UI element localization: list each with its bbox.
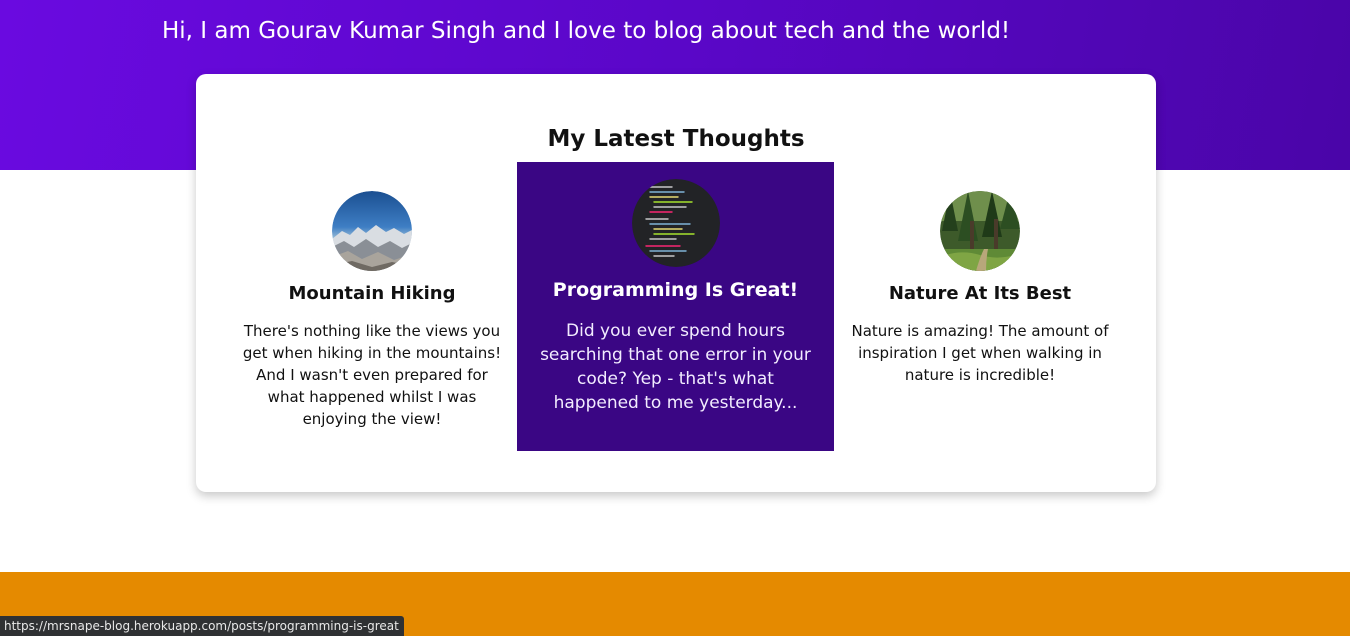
post-card-mountain-hiking[interactable]: Mountain Hiking There's nothing like the… (234, 191, 510, 430)
post-excerpt: Did you ever spend hours searching that … (540, 321, 811, 413)
latest-posts-card: My Latest Thoughts Mountain Hiking There… (196, 74, 1156, 492)
post-title[interactable]: Programming Is Great! (517, 279, 834, 301)
post-card-nature-at-its-best[interactable]: Nature At Its Best Nature is amazing! Th… (842, 191, 1118, 386)
mountain-photo[interactable] (332, 191, 412, 271)
forest-photo[interactable] (940, 191, 1020, 271)
post-title[interactable]: Mountain Hiking (234, 283, 510, 304)
link-status-bar: https://mrsnape-blog.herokuapp.com/posts… (0, 616, 404, 636)
post-excerpt: Nature is amazing! The amount of inspira… (851, 322, 1109, 384)
code-photo[interactable] (631, 179, 720, 267)
section-heading: My Latest Thoughts (547, 126, 805, 152)
post-title[interactable]: Nature At Its Best (842, 283, 1118, 304)
post-card-programming-is-great[interactable]: Programming Is Great! Did you ever spend… (517, 162, 834, 451)
hero-intro-text: Hi, I am Gourav Kumar Singh and I love t… (162, 18, 1011, 44)
post-excerpt: There's nothing like the views you get w… (242, 322, 502, 428)
